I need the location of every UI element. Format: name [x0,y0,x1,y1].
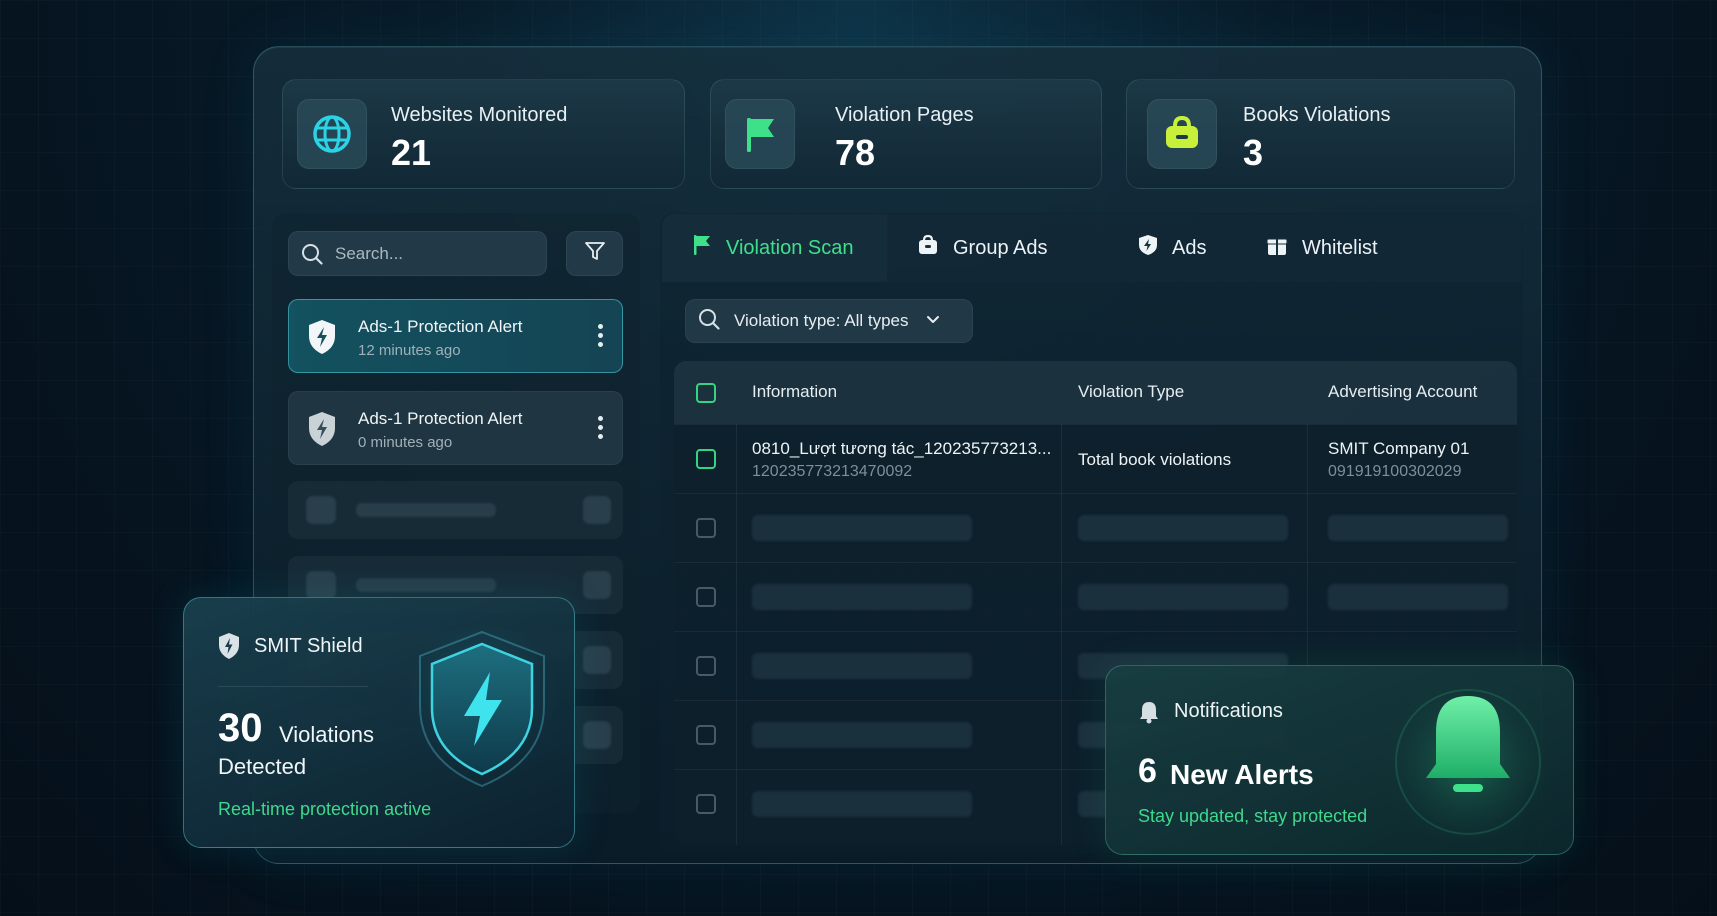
alert-title: Ads-1 Protection Alert [358,409,523,428]
alert-label: New Alerts [1170,759,1314,790]
stat-value: 78 [835,132,876,173]
alert-item-2[interactable]: Ads-1 Protection Alert 0 minutes ago [288,391,623,465]
info-id: 120235773213470092 [752,463,913,480]
alert-count: 6 [1138,752,1157,790]
skeleton-list-item [288,481,623,539]
skeleton-row [674,562,1517,631]
column-header-information: Information [752,382,838,401]
briefcase-icon [917,234,939,262]
violation-type-cell: Total book violations [1078,450,1232,469]
more-options-icon[interactable] [598,416,604,439]
more-options-icon[interactable] [598,324,604,347]
notifications-card: Notifications 6 New Alerts Stay updated,… [1105,665,1574,855]
search-icon [301,243,323,270]
tab-ads[interactable]: Ads [1138,214,1206,282]
shield-bolt-icon [307,411,337,452]
stat-label: Books Violations [1243,104,1391,126]
alert-item-1[interactable]: Ads-1 Protection Alert 12 minutes ago [288,299,623,373]
account-id: 091919100302029 [1328,463,1462,480]
alert-time: 12 minutes ago [358,342,461,359]
column-header-violation-type: Violation Type [1078,382,1185,401]
stat-card-books-violations: Books Violations 3 [1126,79,1515,189]
bell-icon [1138,700,1160,729]
tab-whitelist[interactable]: Whitelist [1266,214,1378,282]
stat-value: 3 [1243,132,1264,173]
stat-label: Websites Monitored [391,104,568,126]
search-icon [698,308,720,335]
alert-title: Ads-1 Protection Alert [358,317,523,336]
book-icon [1147,99,1217,169]
table-row[interactable]: 0810_Lượt tương tác_120235773213... 1202… [674,424,1517,493]
tab-label: Ads [1172,236,1207,259]
flag-icon [692,234,712,262]
column-header-advertising-account: Advertising Account [1328,382,1478,401]
alert-time: 0 minutes ago [358,434,453,451]
table-header: Information Violation Type Advertising A… [674,361,1517,424]
shield-bolt-icon [217,632,241,665]
violation-label: Violations [279,722,374,747]
filter-button[interactable] [566,231,623,276]
tab-label: Whitelist [1302,236,1378,259]
row-checkbox[interactable] [696,725,716,745]
flag-icon [725,99,795,169]
filter-icon [583,239,607,268]
status-text: Real-time protection active [218,799,432,819]
tab-group-ads[interactable]: Group Ads [917,214,1048,282]
info-title: 0810_Lượt tương tác_120235773213... [752,439,1052,458]
search-box[interactable] [288,231,547,276]
account-name: SMIT Company 01 [1328,439,1470,458]
dropdown-value: Violation type: All types [734,311,909,330]
shield-hero-icon [402,620,562,795]
search-input[interactable] [335,232,535,275]
divider [218,686,368,687]
tab-label: Group Ads [953,236,1048,259]
row-checkbox[interactable] [696,794,716,814]
row-checkbox[interactable] [696,656,716,676]
detected-label: Detected [218,754,307,779]
shield-bolt-icon [307,319,337,360]
card-title: SMIT Shield [254,635,363,657]
bell-hero-icon [1356,666,1566,861]
violation-type-dropdown[interactable]: Violation type: All types [685,299,973,343]
stat-value: 21 [391,132,432,173]
row-checkbox[interactable] [696,587,716,607]
violation-count: 30 [218,706,263,750]
status-text: Stay updated, stay protected [1138,806,1368,826]
row-checkbox[interactable] [696,518,716,538]
stat-card-websites: Websites Monitored 21 [282,79,685,189]
stat-card-violation-pages: Violation Pages 78 [710,79,1102,189]
row-checkbox[interactable] [696,449,716,469]
shield-icon [1138,234,1158,262]
tab-label: Violation Scan [726,236,854,259]
smit-shield-card: SMIT Shield 30 Violations Detected Real-… [183,597,575,848]
chevron-down-icon [925,311,941,332]
stat-label: Violation Pages [835,104,974,126]
card-title: Notifications [1174,700,1283,722]
gift-icon [1266,234,1288,262]
globe-icon [297,99,367,169]
select-all-checkbox[interactable] [696,383,716,403]
skeleton-row [674,493,1517,562]
tab-violation-scan[interactable]: Violation Scan [662,214,887,282]
